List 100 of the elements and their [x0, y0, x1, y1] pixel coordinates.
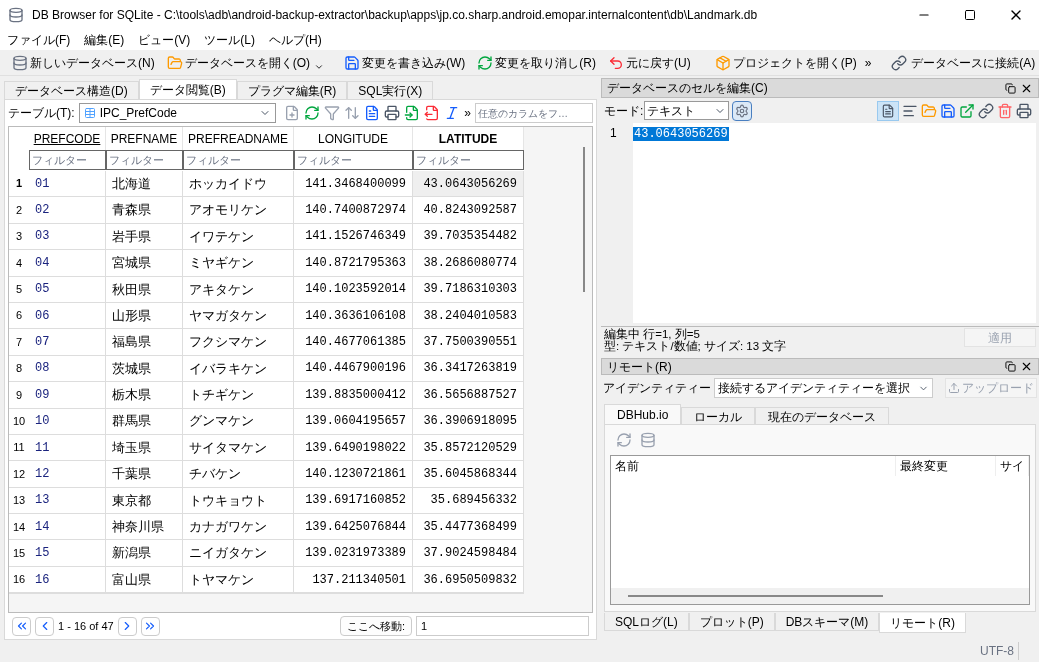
cell-value[interactable]: 43.0643056269 — [633, 127, 729, 141]
column-filter-field[interactable]: フィルター — [29, 150, 106, 170]
menu-item[interactable]: ファイル(F) — [0, 31, 78, 49]
folder-icon — [921, 102, 937, 119]
tab[interactable]: データベース構造(D) — [4, 81, 139, 99]
table-select[interactable]: IPC_PrefCode — [78, 103, 277, 123]
menu-item[interactable]: ヘルプ(H) — [262, 31, 329, 49]
row-header[interactable]: 1 — [9, 171, 29, 198]
first-page-button[interactable] — [12, 616, 31, 636]
column-header[interactable]: PREFCODE — [29, 127, 106, 150]
row-header[interactable]: 12 — [9, 461, 29, 488]
printer-icon — [1016, 102, 1032, 119]
tab[interactable]: データ閲覧(B) — [138, 79, 237, 99]
column-header[interactable]: 最終変更 — [896, 456, 996, 476]
row-header[interactable]: 3 — [9, 223, 29, 251]
toolbar-overflow[interactable]: » — [864, 53, 872, 72]
app-icon — [8, 7, 24, 23]
table-cell: 137.211340501 — [294, 566, 413, 594]
table-cell: 39.7186310303 — [413, 276, 524, 303]
link-icon — [891, 54, 908, 71]
toolbar-button[interactable]: プロジェクトを開く(P) — [710, 51, 861, 74]
column-header[interactable]: LATITUDE — [413, 127, 524, 150]
previous-page-button[interactable] — [35, 616, 54, 636]
column-header[interactable]: 名前 — [611, 456, 896, 476]
auto-mode-button[interactable] — [732, 100, 753, 121]
database-icon — [640, 432, 656, 448]
scrollbar[interactable] — [611, 588, 1029, 604]
filter-field[interactable]: 任意のカラムをフ… — [475, 103, 593, 123]
table-cell: 139.0231973389 — [294, 540, 413, 567]
tab[interactable]: DBHub.io — [604, 404, 682, 424]
row-header[interactable]: 8 — [9, 355, 29, 383]
table-cell: 140.1230721861 — [294, 461, 413, 488]
table-cell: 01 — [29, 171, 106, 198]
row-header[interactable]: 15 — [9, 540, 29, 567]
menu-item[interactable]: ツール(L) — [197, 31, 262, 49]
column-filter-field[interactable]: フィルター — [106, 150, 183, 170]
column-filter-field[interactable]: フィルター — [294, 150, 413, 170]
cell-status-text: 型: テキスト/数値; サイズ: 13 文字 — [604, 340, 787, 352]
table-cell: 36.5656887527 — [413, 382, 524, 409]
toolbar-overflow[interactable]: » — [464, 104, 471, 122]
row-header[interactable]: 10 — [9, 408, 29, 435]
column-header[interactable]: LONGITUDE — [294, 127, 413, 150]
filter-icon — [324, 105, 341, 121]
table-cell: アオモリケン — [183, 197, 294, 224]
table-cell: カナガワケン — [183, 514, 294, 541]
toolbar-button[interactable]: 変更を書き込み(W) — [340, 51, 470, 74]
column-header[interactable]: PREFNAME — [106, 127, 183, 150]
tab[interactable]: SQL実行(X) — [347, 81, 434, 99]
row-header[interactable]: 14 — [9, 514, 29, 541]
table-cell: 北海道 — [106, 171, 183, 198]
tab[interactable]: ローカル — [681, 407, 756, 424]
document-icon — [364, 105, 381, 121]
table-cell: 山形県 — [106, 302, 183, 330]
table-cell: 37.9024598484 — [413, 540, 524, 567]
column-header[interactable]: サイ — [996, 456, 1029, 476]
upload-icon — [948, 382, 960, 394]
connect-button[interactable]: データベースに接続(A) — [887, 51, 1039, 74]
row-header[interactable]: 13 — [9, 487, 29, 515]
identity-select[interactable]: 接続するアイデンティティーを選択 — [714, 378, 933, 398]
row-header[interactable]: 2 — [9, 197, 29, 224]
tab[interactable]: 現在のデータベース — [755, 407, 890, 424]
tab[interactable]: プロット(P) — [688, 613, 775, 631]
refresh-icon — [616, 432, 632, 448]
row-header[interactable]: 11 — [9, 434, 29, 462]
row-header[interactable]: 6 — [9, 302, 29, 330]
menu-item[interactable]: ビュー(V) — [131, 31, 198, 49]
column-filter-field[interactable]: フィルター — [413, 150, 524, 170]
table-cell: 茨城県 — [106, 355, 183, 383]
tab[interactable]: リモート(R) — [879, 613, 967, 633]
table-label: テーブル(T): — [8, 105, 75, 122]
package-icon — [714, 54, 731, 71]
table-cell: 39.7035354482 — [413, 223, 524, 251]
table-cell: 139.6917160852 — [294, 487, 413, 515]
clear-icon — [997, 102, 1013, 119]
text-view-button[interactable] — [877, 100, 899, 121]
menu-item[interactable]: 編集(E) — [77, 31, 132, 49]
goto-button[interactable]: ここへ移動: — [340, 616, 412, 636]
column-filter-field[interactable]: フィルター — [183, 150, 294, 170]
row-header[interactable]: 16 — [9, 566, 29, 594]
tab[interactable]: SQLログ(L) — [604, 613, 689, 631]
goto-field[interactable]: 1 — [416, 616, 589, 636]
last-page-button[interactable] — [140, 616, 160, 636]
tab[interactable]: プラグマ編集(R) — [236, 81, 348, 99]
toolbar-button[interactable]: 元に戻す(U) — [604, 51, 695, 74]
toolbar-button[interactable]: 変更を取り消し(R) — [473, 51, 600, 74]
table-cell: 36.3417263819 — [413, 355, 524, 383]
row-header[interactable]: 5 — [9, 276, 29, 303]
mode-select[interactable]: テキスト — [644, 101, 730, 120]
toolbar-button[interactable]: データベースを開く(O) — [162, 51, 314, 74]
row-header[interactable]: 7 — [9, 329, 29, 356]
row-header[interactable]: 9 — [9, 382, 29, 409]
table-cell: 35.689456332 — [413, 487, 524, 515]
next-page-button[interactable] — [117, 616, 137, 636]
table-cell: 栃木県 — [106, 382, 183, 409]
table-cell: 36.3906918095 — [413, 408, 524, 435]
tab[interactable]: DBスキーマ(M) — [774, 613, 880, 631]
toolbar-button[interactable]: 新しいデータベース(N) — [8, 51, 159, 74]
row-header[interactable]: 4 — [9, 250, 29, 277]
column-header[interactable]: PREFREADNAME — [183, 127, 294, 150]
table-cell: 16 — [29, 566, 106, 594]
